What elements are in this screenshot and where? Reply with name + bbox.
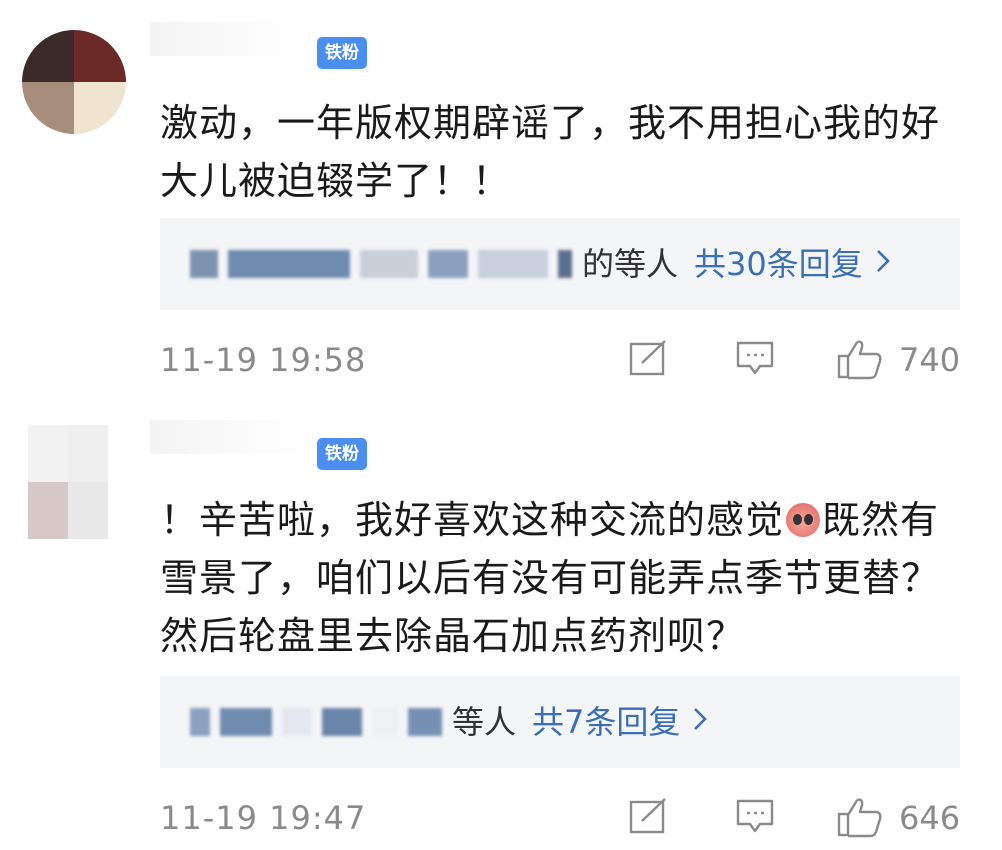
fan-badge: 铁粉 — [317, 438, 367, 470]
reply-preview[interactable]: 的等人 共30条回复 — [160, 218, 960, 310]
like-count: 740 — [899, 341, 961, 379]
avatar[interactable] — [22, 30, 126, 134]
like-icon[interactable] — [836, 796, 884, 842]
chevron-right-icon — [692, 706, 708, 739]
reply-user-redacted — [228, 250, 350, 278]
reply-user-redacted — [428, 250, 468, 278]
reply-count-link[interactable]: 共30条回复 — [694, 218, 863, 310]
reply-user-redacted — [282, 708, 312, 736]
reply-user-redacted — [478, 250, 548, 278]
comment-text: ！辛苦啦，我好喜欢这种交流的感觉 既然有雪景了，咱们以后有没有可能弄点季节更替？然… — [160, 491, 960, 665]
reply-user-redacted — [220, 708, 272, 736]
reply-preview[interactable]: 等人 共7条回复 — [160, 676, 960, 768]
comment-icon[interactable] — [735, 798, 775, 840]
like-icon[interactable] — [836, 338, 884, 384]
reply-count-link[interactable]: 共7条回复 — [532, 676, 680, 768]
edit-icon[interactable] — [628, 340, 668, 382]
username-redacted[interactable] — [150, 420, 300, 454]
reply-user-redacted — [372, 708, 398, 736]
reply-user-redacted — [322, 708, 362, 736]
like-count: 646 — [899, 799, 961, 837]
crying-face-emoji — [786, 503, 821, 537]
comment-icon[interactable] — [735, 340, 775, 382]
username-redacted[interactable] — [150, 22, 300, 56]
reply-user-redacted — [190, 708, 210, 736]
edit-icon[interactable] — [628, 798, 668, 840]
reply-user-redacted — [190, 250, 218, 278]
comment-time: 11-19 19:47 — [160, 799, 367, 837]
reply-suffix: 的等人 — [582, 245, 679, 283]
reply-user-redacted — [558, 250, 572, 278]
reply-user-redacted — [360, 250, 418, 278]
comment-time: 11-19 19:58 — [160, 341, 367, 379]
chevron-right-icon — [875, 248, 891, 281]
comment-text-part: ！辛苦啦，我好喜欢这种交流的感觉 — [160, 498, 785, 542]
comment-text: 激动，一年版权期辟谣了，我不用担心我的好大儿被迫辍学了！！ — [160, 101, 941, 203]
reply-user-redacted — [408, 708, 442, 736]
reply-suffix: 等人 — [452, 703, 517, 741]
fan-badge: 铁粉 — [317, 37, 367, 69]
avatar[interactable] — [28, 425, 108, 539]
